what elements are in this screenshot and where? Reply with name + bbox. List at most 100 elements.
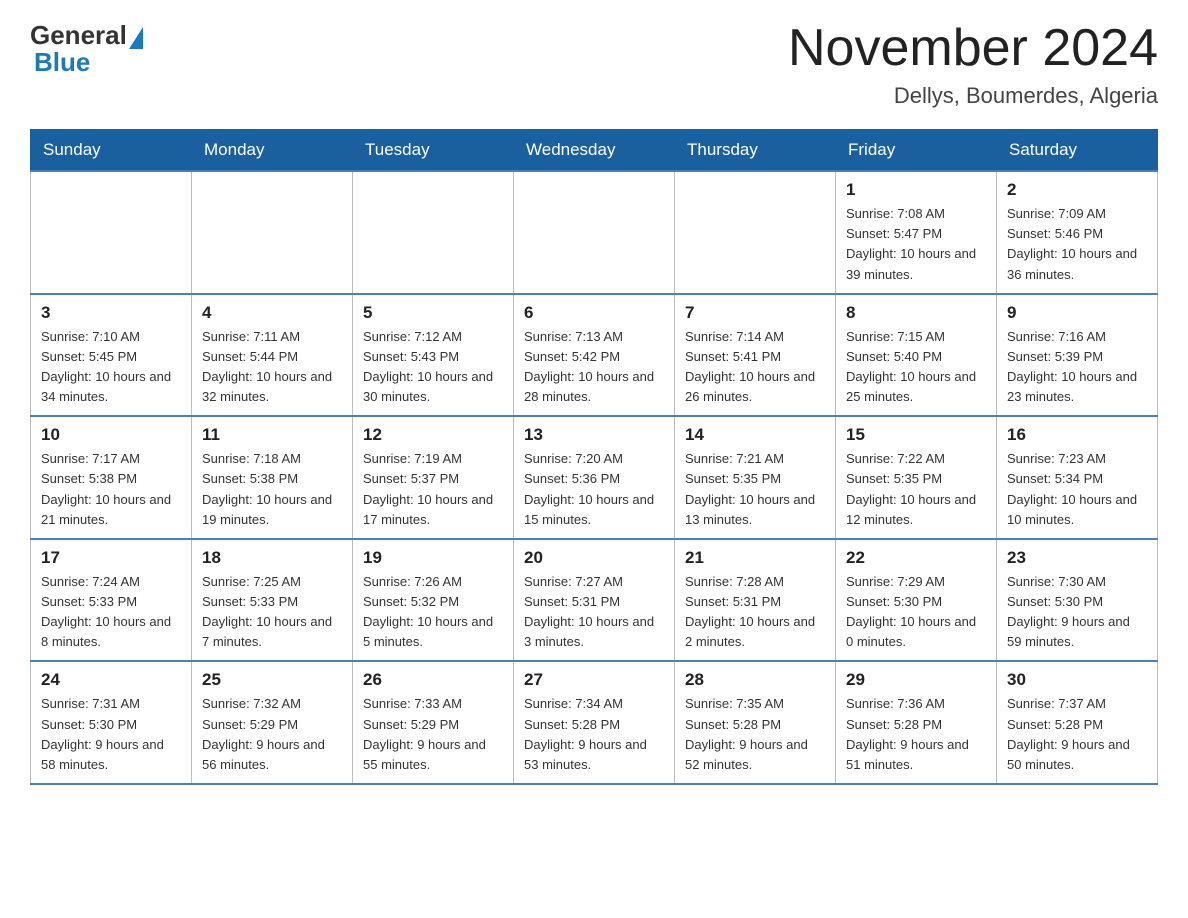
calendar-cell: 17Sunrise: 7:24 AM Sunset: 5:33 PM Dayli… <box>31 539 192 662</box>
calendar-week-row: 24 Sunrise: 7:31 AM Sunset: 5:30 PM Dayli… <box>31 661 1158 784</box>
calendar-cell <box>31 171 192 294</box>
calendar-day-header: Sunday <box>31 130 192 172</box>
calendar-cell: 5 Sunrise: 7:12 AM Sunset: 5:43 PM Daylig… <box>353 294 514 417</box>
calendar-week-row: 17Sunrise: 7:24 AM Sunset: 5:33 PM Dayli… <box>31 539 1158 662</box>
day-number: 14 <box>685 425 825 445</box>
calendar-cell <box>353 171 514 294</box>
calendar-cell: 29Sunrise: 7:36 AM Sunset: 5:28 PM Dayli… <box>836 661 997 784</box>
calendar-day-header: Tuesday <box>353 130 514 172</box>
calendar-cell: 3Sunrise: 7:10 AM Sunset: 5:45 PM Daylig… <box>31 294 192 417</box>
calendar-cell: 26 Sunrise: 7:33 AM Sunset: 5:29 PM Dayli… <box>353 661 514 784</box>
day-info: Sunrise: 7:32 AM Sunset: 5:29 PM Dayligh… <box>202 694 342 775</box>
day-number: 11 <box>202 425 342 445</box>
calendar-cell: 21 Sunrise: 7:28 AM Sunset: 5:31 PM Dayli… <box>675 539 836 662</box>
day-info: Sunrise: 7:22 AM Sunset: 5:35 PM Dayligh… <box>846 449 986 530</box>
calendar-cell: 13 Sunrise: 7:20 AM Sunset: 5:36 PM Dayli… <box>514 416 675 539</box>
day-number: 2 <box>1007 180 1147 200</box>
day-number: 10 <box>41 425 181 445</box>
day-number: 1 <box>846 180 986 200</box>
logo-triangle-icon <box>129 27 143 49</box>
calendar-cell: 16 Sunrise: 7:23 AM Sunset: 5:34 PM Dayli… <box>997 416 1158 539</box>
calendar-cell: 6 Sunrise: 7:13 AM Sunset: 5:42 PM Daylig… <box>514 294 675 417</box>
calendar-cell: 4 Sunrise: 7:11 AM Sunset: 5:44 PM Daylig… <box>192 294 353 417</box>
calendar-day-header: Friday <box>836 130 997 172</box>
calendar-day-header: Monday <box>192 130 353 172</box>
day-number: 16 <box>1007 425 1147 445</box>
calendar-cell: 8 Sunrise: 7:15 AM Sunset: 5:40 PM Daylig… <box>836 294 997 417</box>
day-number: 21 <box>685 548 825 568</box>
calendar-cell: 10 Sunrise: 7:17 AM Sunset: 5:38 PM Dayli… <box>31 416 192 539</box>
logo: General Blue <box>30 20 143 78</box>
calendar-cell: 30Sunrise: 7:37 AM Sunset: 5:28 PM Dayli… <box>997 661 1158 784</box>
calendar-cell: 27Sunrise: 7:34 AM Sunset: 5:28 PM Dayli… <box>514 661 675 784</box>
day-info: Sunrise: 7:08 AM Sunset: 5:47 PM Dayligh… <box>846 204 986 285</box>
day-number: 27 <box>524 670 664 690</box>
calendar-table: SundayMondayTuesdayWednesdayThursdayFrid… <box>30 129 1158 785</box>
day-number: 28 <box>685 670 825 690</box>
location-subtitle: Dellys, Boumerdes, Algeria <box>788 83 1158 109</box>
day-info: Sunrise: 7:11 AM Sunset: 5:44 PM Dayligh… <box>202 327 342 408</box>
day-info: Sunrise: 7:17 AM Sunset: 5:38 PM Dayligh… <box>41 449 181 530</box>
day-number: 23 <box>1007 548 1147 568</box>
day-info: Sunrise: 7:26 AM Sunset: 5:32 PM Dayligh… <box>363 572 503 653</box>
day-info: Sunrise: 7:19 AM Sunset: 5:37 PM Dayligh… <box>363 449 503 530</box>
calendar-cell: 15 Sunrise: 7:22 AM Sunset: 5:35 PM Dayli… <box>836 416 997 539</box>
calendar-day-header: Thursday <box>675 130 836 172</box>
day-info: Sunrise: 7:14 AM Sunset: 5:41 PM Dayligh… <box>685 327 825 408</box>
day-info: Sunrise: 7:09 AM Sunset: 5:46 PM Dayligh… <box>1007 204 1147 285</box>
calendar-cell: 18Sunrise: 7:25 AM Sunset: 5:33 PM Dayli… <box>192 539 353 662</box>
day-number: 6 <box>524 303 664 323</box>
day-info: Sunrise: 7:29 AM Sunset: 5:30 PM Dayligh… <box>846 572 986 653</box>
calendar-cell <box>514 171 675 294</box>
day-info: Sunrise: 7:25 AM Sunset: 5:33 PM Dayligh… <box>202 572 342 653</box>
calendar-week-row: 1 Sunrise: 7:08 AM Sunset: 5:47 PM Daylig… <box>31 171 1158 294</box>
day-info: Sunrise: 7:36 AM Sunset: 5:28 PM Dayligh… <box>846 694 986 775</box>
day-info: Sunrise: 7:23 AM Sunset: 5:34 PM Dayligh… <box>1007 449 1147 530</box>
calendar-day-header: Wednesday <box>514 130 675 172</box>
day-info: Sunrise: 7:20 AM Sunset: 5:36 PM Dayligh… <box>524 449 664 530</box>
day-number: 5 <box>363 303 503 323</box>
calendar-cell: 22Sunrise: 7:29 AM Sunset: 5:30 PM Dayli… <box>836 539 997 662</box>
calendar-cell <box>675 171 836 294</box>
day-info: Sunrise: 7:16 AM Sunset: 5:39 PM Dayligh… <box>1007 327 1147 408</box>
calendar-cell <box>192 171 353 294</box>
day-number: 13 <box>524 425 664 445</box>
day-info: Sunrise: 7:24 AM Sunset: 5:33 PM Dayligh… <box>41 572 181 653</box>
day-info: Sunrise: 7:33 AM Sunset: 5:29 PM Dayligh… <box>363 694 503 775</box>
title-section: November 2024 Dellys, Boumerdes, Algeria <box>788 20 1158 109</box>
day-number: 9 <box>1007 303 1147 323</box>
day-number: 7 <box>685 303 825 323</box>
day-number: 30 <box>1007 670 1147 690</box>
logo-blue-text: Blue <box>34 47 90 78</box>
day-info: Sunrise: 7:30 AM Sunset: 5:30 PM Dayligh… <box>1007 572 1147 653</box>
calendar-cell: 12Sunrise: 7:19 AM Sunset: 5:37 PM Dayli… <box>353 416 514 539</box>
day-number: 8 <box>846 303 986 323</box>
calendar-header-row: SundayMondayTuesdayWednesdayThursdayFrid… <box>31 130 1158 172</box>
day-info: Sunrise: 7:27 AM Sunset: 5:31 PM Dayligh… <box>524 572 664 653</box>
calendar-cell: 24 Sunrise: 7:31 AM Sunset: 5:30 PM Dayli… <box>31 661 192 784</box>
day-info: Sunrise: 7:10 AM Sunset: 5:45 PM Dayligh… <box>41 327 181 408</box>
calendar-week-row: 10 Sunrise: 7:17 AM Sunset: 5:38 PM Dayli… <box>31 416 1158 539</box>
day-number: 24 <box>41 670 181 690</box>
calendar-cell: 19 Sunrise: 7:26 AM Sunset: 5:32 PM Dayli… <box>353 539 514 662</box>
day-number: 26 <box>363 670 503 690</box>
day-number: 15 <box>846 425 986 445</box>
calendar-cell: 1 Sunrise: 7:08 AM Sunset: 5:47 PM Daylig… <box>836 171 997 294</box>
calendar-cell: 28Sunrise: 7:35 AM Sunset: 5:28 PM Dayli… <box>675 661 836 784</box>
day-info: Sunrise: 7:31 AM Sunset: 5:30 PM Dayligh… <box>41 694 181 775</box>
day-info: Sunrise: 7:28 AM Sunset: 5:31 PM Dayligh… <box>685 572 825 653</box>
calendar-cell: 25 Sunrise: 7:32 AM Sunset: 5:29 PM Dayli… <box>192 661 353 784</box>
day-info: Sunrise: 7:12 AM Sunset: 5:43 PM Dayligh… <box>363 327 503 408</box>
day-info: Sunrise: 7:15 AM Sunset: 5:40 PM Dayligh… <box>846 327 986 408</box>
calendar-week-row: 3Sunrise: 7:10 AM Sunset: 5:45 PM Daylig… <box>31 294 1158 417</box>
day-number: 19 <box>363 548 503 568</box>
calendar-cell: 2 Sunrise: 7:09 AM Sunset: 5:46 PM Daylig… <box>997 171 1158 294</box>
day-number: 20 <box>524 548 664 568</box>
calendar-cell: 7 Sunrise: 7:14 AM Sunset: 5:41 PM Daylig… <box>675 294 836 417</box>
day-number: 4 <box>202 303 342 323</box>
calendar-cell: 9 Sunrise: 7:16 AM Sunset: 5:39 PM Daylig… <box>997 294 1158 417</box>
day-number: 25 <box>202 670 342 690</box>
calendar-cell: 23 Sunrise: 7:30 AM Sunset: 5:30 PM Dayli… <box>997 539 1158 662</box>
day-info: Sunrise: 7:13 AM Sunset: 5:42 PM Dayligh… <box>524 327 664 408</box>
day-info: Sunrise: 7:18 AM Sunset: 5:38 PM Dayligh… <box>202 449 342 530</box>
